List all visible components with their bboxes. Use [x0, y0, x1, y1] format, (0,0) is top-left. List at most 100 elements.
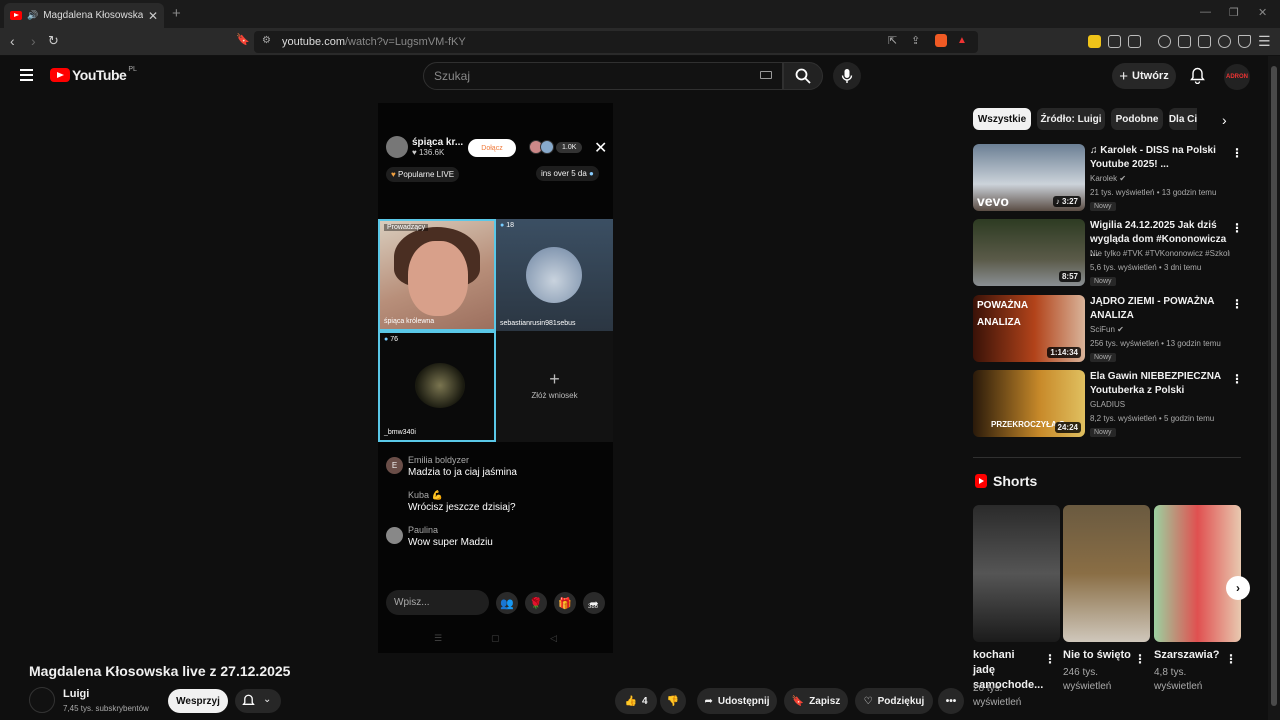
chevron-right-icon[interactable]: › — [1222, 112, 1227, 128]
chip-related[interactable]: Podobne — [1111, 108, 1163, 130]
back-icon[interactable]: ‹ — [10, 33, 15, 49]
like-button[interactable]: 👍 4 — [615, 688, 657, 714]
close-live-icon[interactable]: ✕ — [594, 138, 607, 158]
keyboard-icon[interactable] — [760, 71, 772, 79]
brave-shield-icon[interactable] — [935, 34, 947, 47]
save-button[interactable]: 🔖 Zapisz — [784, 688, 848, 714]
android-menu-icon: ☰ — [434, 633, 443, 643]
recommendation-item[interactable]: vevo ♪ 3:27 ♫ Karolek - DISS na Polski Y… — [973, 144, 1243, 212]
bookmark-icon[interactable]: 🔖 — [236, 33, 250, 46]
more-vertical-icon[interactable]: ⋮ — [1231, 146, 1243, 160]
reload-icon[interactable]: ↻ — [48, 33, 59, 49]
search-input[interactable]: Szukaj — [423, 62, 783, 90]
browser-menu-icon[interactable]: ☰ — [1258, 33, 1271, 50]
video-title[interactable]: JĄDRO ZIEMI - POWAŻNA ANALIZA — [1090, 295, 1228, 323]
brave-rewards-icon[interactable]: ▲ — [957, 35, 967, 46]
create-button[interactable]: + Utwórz — [1112, 63, 1176, 89]
more-vertical-icon[interactable]: ⋮ — [1231, 221, 1243, 235]
host-likes: ♥ 136.6K — [412, 148, 445, 157]
recommendation-item[interactable]: POWAŻNA ANALIZA 1:14:34 JĄDRO ZIEMI - PO… — [973, 295, 1243, 363]
minimize-icon[interactable]: — — [1200, 6, 1211, 18]
notifications-bell-icon[interactable] — [1190, 67, 1205, 84]
guest-label: sebastianrusin981sebus — [500, 320, 576, 327]
video-thumbnail[interactable]: PRZEKROCZYŁA G 24:24 — [973, 370, 1085, 437]
short-title[interactable]: Nie to święto — [1063, 648, 1143, 663]
voice-search-button[interactable] — [833, 62, 861, 90]
share-page-icon[interactable]: ⇪ — [911, 34, 920, 47]
guests-icon[interactable]: 👥 — [496, 592, 518, 614]
more-actions-button[interactable]: ••• — [938, 688, 964, 714]
channel-name[interactable]: Karolek ✔ — [1090, 174, 1230, 183]
chat-input[interactable]: Wpisz... — [386, 590, 489, 615]
support-button[interactable]: Wesprzyj — [168, 689, 228, 713]
video-thumbnail[interactable]: 8:57 — [973, 219, 1085, 286]
short-views: 246 tys. wyświetleń — [1063, 667, 1112, 692]
video-title[interactable]: Ela Gawin NIEBEZPIECZNA Youtuberka z Pol… — [1090, 370, 1228, 398]
host-face — [408, 241, 468, 316]
gift-icon[interactable]: 🎁 — [554, 592, 576, 614]
shorts-next-button[interactable]: › — [1226, 576, 1250, 600]
rose-icon[interactable]: 🌹 — [525, 592, 547, 614]
recommendation-item[interactable]: PRZEKROCZYŁA G 24:24 Ela Gawin NIEBEZPIE… — [973, 370, 1243, 438]
window-close-icon[interactable]: ✕ — [1258, 6, 1267, 19]
hamburger-menu-icon[interactable] — [20, 69, 33, 84]
more-vertical-icon[interactable]: ⋮ — [1225, 652, 1237, 666]
comment-avatar — [386, 527, 403, 544]
close-tab-icon[interactable]: ✕ — [148, 9, 158, 23]
thumbnail-overlay-text: POWAŻNA ANALIZA — [977, 300, 1028, 328]
chip-all[interactable]: Wszystkie — [973, 108, 1031, 130]
sidebar-icon[interactable] — [1178, 35, 1191, 48]
short-title[interactable]: Szarszawia? — [1154, 648, 1224, 663]
video-title[interactable]: ♫ Karolek - DISS na Polski Youtube 2025!… — [1090, 144, 1228, 172]
channel-avatar[interactable] — [29, 687, 55, 713]
recommendation-item[interactable]: 8:57 Wigilia 24.12.2025 Jak dziś wygląda… — [973, 219, 1243, 287]
more-vertical-icon[interactable]: ⋮ — [1134, 652, 1146, 666]
open-external-icon[interactable]: ⇱ — [888, 34, 897, 47]
new-tab-button[interactable]: + — [172, 5, 181, 22]
short-thumbnail[interactable] — [1063, 505, 1150, 642]
music-icon[interactable] — [1158, 35, 1171, 48]
site-settings-icon[interactable]: ⚙ — [262, 35, 271, 46]
share-label: Udostępnij — [717, 695, 770, 707]
video-player[interactable]: śpiąca kr... ♥ 136.6K Dołącz 1.0K ✕ ♥ Po… — [378, 103, 613, 653]
more-vertical-icon[interactable]: ⋮ — [1044, 652, 1056, 666]
channel-name[interactable]: GLADIUS — [1090, 400, 1230, 409]
address-bar[interactable]: ⚙ youtube.com/watch?v=LugsmVM-fKY ⇱ ⇪ ▲ — [254, 31, 978, 53]
subscription-bell-button[interactable]: ⌄ — [235, 689, 281, 713]
page-scrollbar[interactable] — [1268, 56, 1280, 720]
youtube-header: YouTube PL Szukaj + Utwórz ADRON — [0, 56, 1268, 96]
more-vertical-icon[interactable]: ⋮ — [1231, 297, 1243, 311]
browser-tab[interactable]: 🔊 Magdalena Kłosowska live z 2 ✕ — [4, 3, 164, 28]
vpn-shield-icon[interactable] — [1238, 35, 1251, 48]
channel-name[interactable]: Nie tylko #TVK #TVKononowicz #Szkoln... — [1090, 249, 1230, 258]
video-thumbnail[interactable]: POWAŻNA ANALIZA 1:14:34 — [973, 295, 1085, 362]
request-slot[interactable]: + Złóż wniosek — [496, 331, 613, 442]
short-thumbnail[interactable] — [973, 505, 1060, 642]
share-live-icon[interactable]: ➦ — [583, 592, 605, 614]
puzzle-icon[interactable] — [1108, 35, 1121, 48]
channel-name[interactable]: Luigi — [63, 688, 89, 700]
screenshot-icon[interactable] — [1128, 35, 1141, 48]
scrollbar-thumb[interactable] — [1271, 66, 1277, 706]
chip-for-you[interactable]: Dla Ci — [1169, 108, 1197, 130]
forward-icon[interactable]: › — [31, 33, 36, 49]
thanks-button[interactable]: ♡ Podziękuj — [855, 688, 933, 714]
search-button[interactable] — [783, 62, 823, 90]
youtube-logo[interactable]: YouTube PL — [50, 66, 137, 83]
share-button[interactable]: ➦ Udostępnij — [697, 688, 777, 714]
account-avatar[interactable]: ADRON — [1224, 64, 1250, 90]
video-meta: 21 tys. wyświetleń • 13 godzin temu — [1090, 188, 1217, 197]
wallet-icon[interactable] — [1198, 35, 1211, 48]
chip-from-luigi[interactable]: Źródło: Luigi — [1037, 108, 1105, 130]
more-vertical-icon[interactable]: ⋮ — [1231, 372, 1243, 386]
join-button[interactable]: Dołącz — [468, 139, 516, 157]
dislike-button[interactable]: 👎 — [660, 688, 686, 714]
short-thumbnail[interactable] — [1154, 505, 1241, 642]
leo-ai-icon[interactable] — [1218, 35, 1231, 48]
extension-icon[interactable] — [1088, 35, 1101, 48]
channel-name[interactable]: SciFun ✔ — [1090, 325, 1230, 334]
share-count: 386 — [588, 604, 599, 610]
video-thumbnail[interactable]: vevo ♪ 3:27 — [973, 144, 1085, 211]
speaker-icon[interactable]: 🔊 — [27, 10, 38, 21]
maximize-icon[interactable]: ❐ — [1229, 6, 1239, 19]
